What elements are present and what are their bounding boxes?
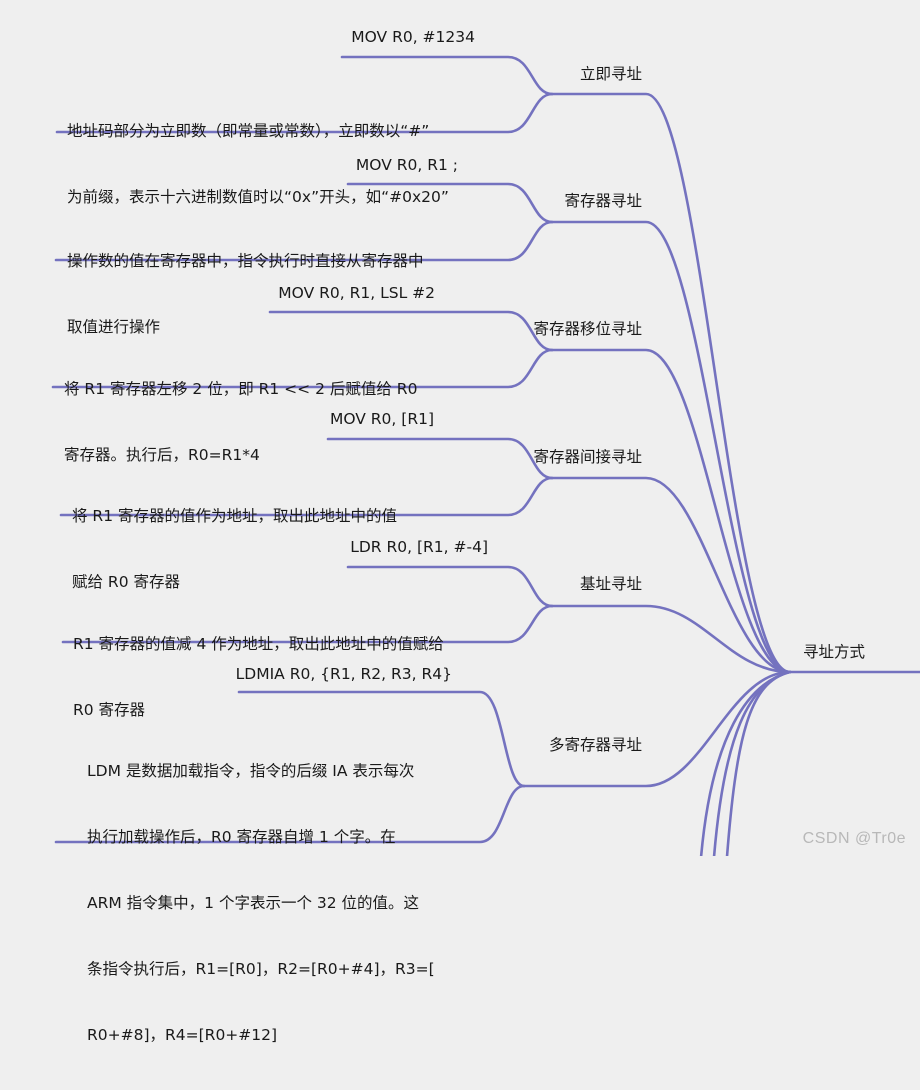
offscreen-branch-connector xyxy=(712,670,792,856)
branch-label-base[interactable]: 基址寻址 xyxy=(580,573,642,595)
branch-connector xyxy=(522,670,792,788)
description-line: 将 R1 寄存器的值作为地址，取出此地址中的值 xyxy=(72,507,397,525)
example-register-shift[interactable]: MOV R0, R1, LSL #2 xyxy=(278,282,435,304)
root-node-label[interactable]: 寻址方式 xyxy=(803,641,865,663)
branch-label-register[interactable]: 寄存器寻址 xyxy=(564,190,642,212)
example-base[interactable]: LDR R0, [R1, #-4] xyxy=(350,536,488,558)
description-line: R0+#8]，R4=[R0+#12] xyxy=(87,1026,278,1044)
offscreen-branch-connector xyxy=(725,670,792,856)
description-multi-register[interactable]: LDM 是数据加载指令，指令的后缀 IA 表示每次 执行加载操作后，R0 寄存器… xyxy=(87,716,435,1090)
watermark: CSDN @Tr0e xyxy=(802,830,906,847)
mind-map: 寻址方式 立即寻址 MOV R0, #1234 地址码部分为立即数（即常量或常数… xyxy=(0,0,920,1044)
example-multi-register[interactable]: LDMIA R0, {R1, R2, R3, R4} xyxy=(236,663,452,685)
branch-label-immediate[interactable]: 立即寻址 xyxy=(580,63,642,85)
description-line: LDM 是数据加载指令，指令的后缀 IA 表示每次 xyxy=(87,762,415,780)
description-line: 地址码部分为立即数（即常量或常数），立即数以“#” xyxy=(67,122,430,140)
description-line: ARM 指令集中，1 个字表示一个 32 位的值。这 xyxy=(87,894,420,912)
description-line: 将 R1 寄存器左移 2 位，即 R1 << 2 后赋值给 R0 xyxy=(64,380,418,398)
description-line: 条指令执行后，R1=[R0]，R2=[R0+#4]，R3=[ xyxy=(87,960,435,978)
description-line: 执行加载操作后，R0 寄存器自增 1 个字。在 xyxy=(87,828,396,846)
example-register[interactable]: MOV R0, R1 ; xyxy=(356,154,458,176)
branch-label-register-indirect[interactable]: 寄存器间接寻址 xyxy=(533,446,642,468)
offscreen-branch-connector xyxy=(699,670,792,856)
description-line: 操作数的值在寄存器中，指令执行时直接从寄存器中 xyxy=(67,252,424,270)
example-register-indirect[interactable]: MOV R0, [R1] xyxy=(330,408,434,430)
branch-label-multi-register[interactable]: 多寄存器寻址 xyxy=(549,734,642,756)
example-immediate[interactable]: MOV R0, #1234 xyxy=(351,26,475,48)
description-line: R1 寄存器的值减 4 作为地址，取出此地址中的值赋给 xyxy=(73,635,444,653)
branch-label-register-shift[interactable]: 寄存器移位寻址 xyxy=(533,318,642,340)
description-line: 为前缀，表示十六进制数值时以“0x”开头，如“#0x20” xyxy=(67,188,449,206)
branch-connector xyxy=(550,348,792,674)
